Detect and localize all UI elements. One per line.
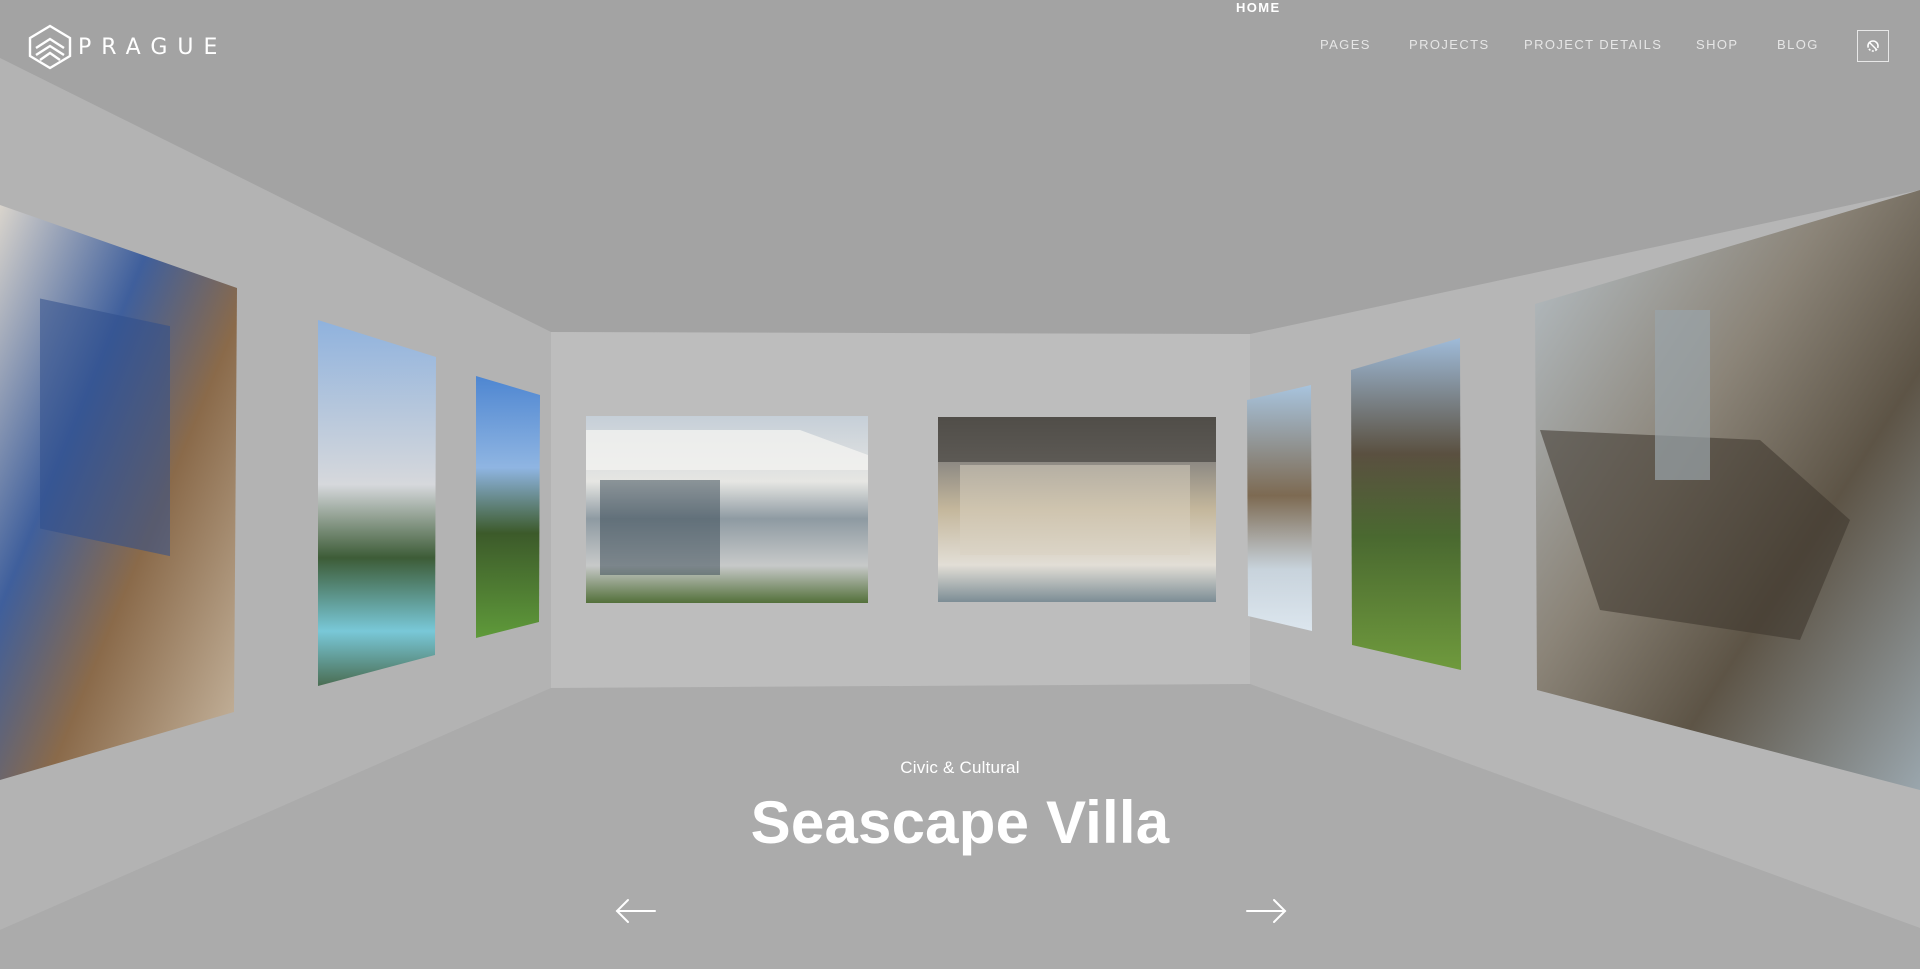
gallery-image-sail-tower — [1247, 385, 1312, 631]
slide-category: Civic & Cultural — [900, 758, 1020, 777]
gallery-image-pool-house — [318, 320, 436, 686]
brand-logo[interactable]: PRAGUE — [28, 23, 227, 71]
nav-home[interactable]: HOME — [1236, 0, 1281, 15]
stacked-chevron-logo-icon — [28, 24, 72, 70]
gallery-stage: PRAGUE HOME PAGES PROJECTS PROJECT DETAI… — [0, 0, 1920, 969]
arrow-left-icon — [615, 899, 656, 923]
slide-title: Seascape Villa — [750, 789, 1170, 856]
nav-pages[interactable]: PAGES — [1320, 37, 1371, 52]
theme-toggle-icon — [1867, 40, 1879, 52]
nav-blog[interactable]: BLOG — [1777, 37, 1819, 52]
next-slide-button[interactable] — [1244, 896, 1288, 926]
gallery-image-forest-house — [476, 376, 540, 638]
gallery-image-treehouse — [1351, 338, 1461, 670]
nav-projects[interactable]: PROJECTS — [1409, 37, 1490, 52]
nav-shop[interactable]: SHOP — [1696, 37, 1738, 52]
brand-name: PRAGUE — [78, 34, 228, 60]
prev-slide-button[interactable] — [614, 896, 658, 926]
theme-toggle-button[interactable] — [1857, 30, 1889, 62]
arrow-right-icon — [1246, 899, 1287, 923]
site-header: PRAGUE HOME PAGES PROJECTS PROJECT DETAI… — [0, 0, 1920, 94]
nav-project-details[interactable]: PROJECT DETAILS — [1524, 37, 1662, 52]
